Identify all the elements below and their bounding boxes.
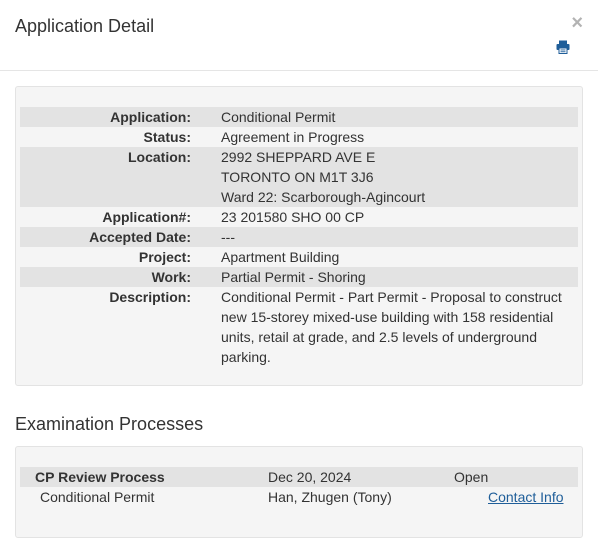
task-name: Conditional Permit [40, 489, 155, 505]
process-row: CP Review Process Dec 20, 2024 Open [20, 467, 578, 487]
location-line: Ward 22: Scarborough-Agincourt [221, 189, 426, 205]
detail-label: Work: [151, 269, 191, 285]
detail-row-project: Project: Apartment Building [20, 247, 578, 267]
detail-value: 23 201580 SHO 00 CP [221, 209, 365, 225]
detail-value: Conditional Permit [221, 109, 336, 125]
detail-label: Project: [138, 249, 191, 265]
detail-row-application: Application: Conditional Permit [20, 107, 578, 127]
detail-value: Agreement in Progress [221, 129, 365, 145]
detail-row-application-number: Application#: 23 201580 SHO 00 CP [20, 207, 578, 227]
location-line: TORONTO ON M1T 3J6 [221, 169, 374, 185]
process-status: Open [454, 469, 489, 485]
task-examiner: Han, Zhugen (Tony) [268, 489, 392, 505]
detail-value: Apartment Building [221, 249, 340, 265]
modal-header: Application Detail × [0, 0, 598, 71]
detail-row-description: Description: Conditional Permit - Part P… [20, 287, 578, 367]
print-icon [556, 40, 570, 54]
process-name: CP Review Process [35, 469, 165, 485]
detail-value: Conditional Permit - Part Permit - Propo… [221, 289, 562, 365]
examination-processes-panel: CP Review Process Dec 20, 2024 Open Cond… [15, 446, 583, 538]
detail-label: Status: [143, 129, 191, 145]
detail-row-work: Work: Partial Permit - Shoring [20, 267, 578, 287]
detail-label: Description: [109, 289, 191, 305]
application-details-panel: Application: Conditional Permit Status: … [15, 86, 583, 386]
modal-title: Application Detail [15, 16, 155, 36]
detail-label: Accepted Date: [89, 229, 191, 245]
detail-value: --- [221, 229, 235, 245]
detail-label: Application#: [102, 209, 191, 225]
detail-label: Location: [128, 149, 191, 165]
detail-row-status: Status: Agreement in Progress [20, 127, 578, 147]
detail-value: 2992 SHEPPARD AVE E TORONTO ON M1T 3J6 W… [221, 147, 573, 207]
detail-value: Partial Permit - Shoring [221, 269, 366, 285]
process-date: Dec 20, 2024 [268, 469, 352, 485]
examination-section-title: Examination Processes [15, 414, 204, 434]
task-row: Conditional Permit Han, Zhugen (Tony) Co… [20, 487, 578, 507]
close-button[interactable]: × [571, 10, 583, 36]
detail-row-accepted-date: Accepted Date: --- [20, 227, 578, 247]
print-button[interactable] [556, 40, 570, 59]
location-line: 2992 SHEPPARD AVE E [221, 149, 376, 165]
detail-row-location: Location: 2992 SHEPPARD AVE E TORONTO ON… [20, 147, 578, 207]
detail-label: Application: [110, 109, 191, 125]
contact-info-link[interactable]: Contact Info [488, 487, 564, 507]
